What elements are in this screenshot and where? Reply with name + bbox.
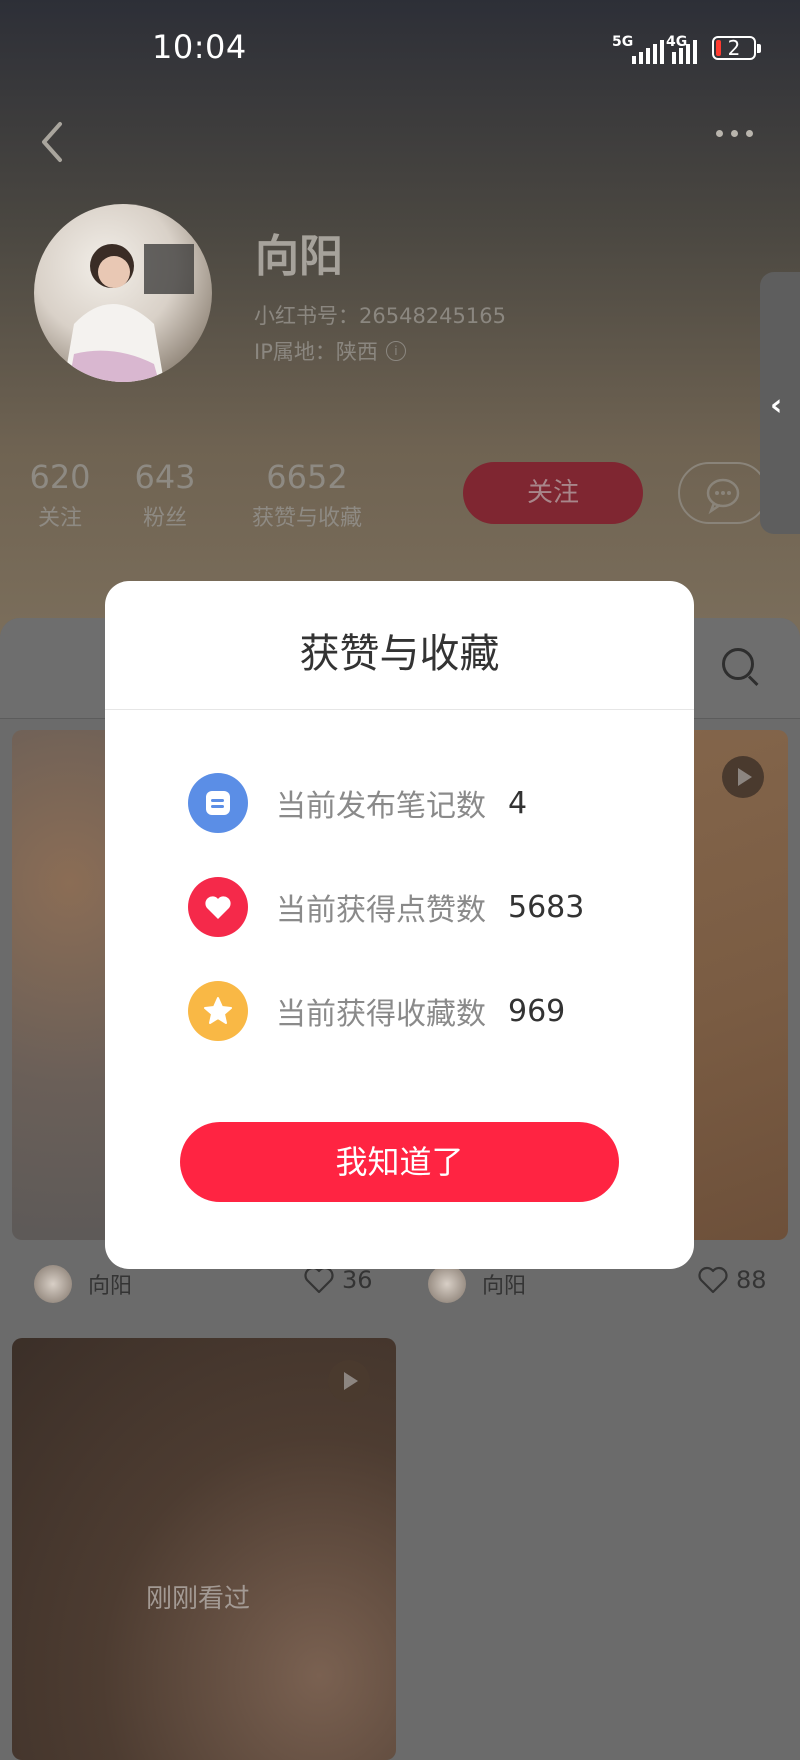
collects-count-row: 当前获得收藏数 969 [188,981,565,1041]
note-icon [188,773,248,833]
heart-icon [188,877,248,937]
notes-count-value: 4 [508,785,528,821]
star-icon [188,981,248,1041]
likes-count-label: 当前获得点赞数 [276,893,486,928]
likes-collects-dialog: 获赞与收藏 当前发布笔记数 4 当前获得点赞数 5683 当前获得收藏数 969… [105,581,694,1269]
divider [105,709,694,710]
got-it-button[interactable]: 我知道了 [180,1122,619,1202]
dialog-title: 获赞与收藏 [299,631,500,677]
collects-count-value: 969 [508,993,566,1029]
likes-count-value: 5683 [508,889,585,925]
notes-count-label: 当前发布笔记数 [276,789,486,824]
collects-count-label: 当前获得收藏数 [276,997,486,1032]
notes-count-row: 当前发布笔记数 4 [188,773,527,833]
profile-page: 10:04 5G 4G 2 向阳 小红书号：26548245165 IP属地：陕… [0,0,800,1760]
likes-count-row: 当前获得点赞数 5683 [188,877,584,937]
